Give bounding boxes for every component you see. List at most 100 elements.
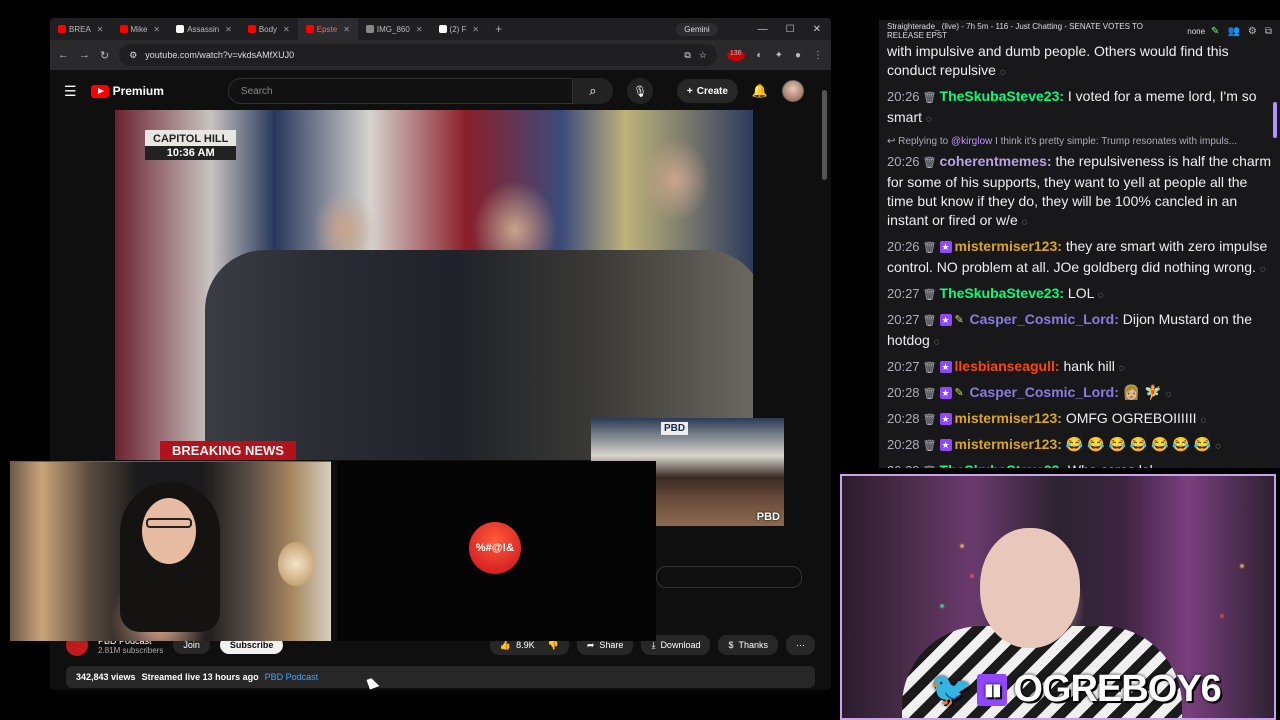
video-player[interactable]: CAPITOL HILL 10:36 AM BREAKING NEWS xyxy=(115,110,753,460)
trash-icon[interactable]: 🗑 xyxy=(923,414,937,426)
reply-icon[interactable]: ◌ xyxy=(1119,363,1125,374)
new-tab-icon[interactable]: + xyxy=(487,22,510,36)
gemini-button[interactable]: Gemini xyxy=(676,22,718,36)
chat-username[interactable]: Casper_Cosmic_Lord: xyxy=(970,311,1119,327)
chat-panel: Straighterade_ (live) - 7h 5m - 116 - Ju… xyxy=(879,20,1280,468)
menu-dots-icon[interactable]: ⋮ xyxy=(813,50,823,61)
share-label: Share xyxy=(599,640,624,650)
tab-close-icon[interactable]: ✕ xyxy=(283,25,290,34)
puzzle-icon[interactable]: ✦ xyxy=(775,50,783,61)
tab-4[interactable]: Epste ✕ xyxy=(297,18,358,40)
create-button[interactable]: + Create xyxy=(676,79,738,103)
tab-close-icon[interactable]: ✕ xyxy=(416,25,423,34)
notifications-bell-icon[interactable]: 🔔 xyxy=(752,83,768,99)
popout-icon[interactable]: ⧉ xyxy=(1265,26,1272,37)
pencil-icon[interactable]: ✎ xyxy=(1211,26,1219,37)
bookmark-star-icon[interactable]: ☆ xyxy=(699,50,707,61)
chat-username[interactable]: coherentmemes: xyxy=(940,153,1052,169)
reply-mention[interactable]: @kirglow xyxy=(951,136,992,147)
reply-icon[interactable]: ◌ xyxy=(926,114,932,125)
reply-icon[interactable]: ◌ xyxy=(1260,264,1266,275)
chat-username[interactable]: TheSkubaSteve23: xyxy=(940,285,1065,301)
reply-icon[interactable]: ◌ xyxy=(934,337,940,348)
users-icon[interactable]: 👥 xyxy=(1227,26,1239,37)
extension-icon[interactable]: ◐ xyxy=(757,50,763,61)
trash-icon[interactable]: 🗑 xyxy=(923,362,937,374)
thanks-button[interactable]: $ Thanks xyxy=(718,635,778,655)
tab-1[interactable]: Mike ✕ xyxy=(112,18,169,40)
reply-icon[interactable]: ◌ xyxy=(1157,467,1163,468)
tab-label: (2) F xyxy=(449,24,467,34)
site-info-icon[interactable]: ⚙ xyxy=(129,50,137,61)
chat-username[interactable]: TheSkubaSteve23: xyxy=(940,462,1065,468)
trash-icon[interactable]: 🗑 xyxy=(923,388,937,400)
voice-search-button[interactable]: 🎙 xyxy=(626,78,653,104)
reply-icon[interactable]: ◌ xyxy=(1215,441,1221,452)
reload-icon[interactable]: ↻ xyxy=(100,49,109,62)
gift-badge-icon: ✎ xyxy=(954,314,964,327)
chat-username[interactable]: mistermiser123: xyxy=(955,238,1062,254)
trash-icon[interactable]: 🗑 xyxy=(923,315,937,327)
tab-close-icon[interactable]: ✕ xyxy=(472,25,479,34)
trash-icon[interactable]: 🗑 xyxy=(923,242,937,254)
tab-6[interactable]: (2) F ✕ xyxy=(431,18,488,40)
hamburger-menu-icon[interactable]: ☰ xyxy=(64,83,77,100)
close-window-icon[interactable]: ✕ xyxy=(813,24,821,35)
chat-username[interactable]: llesbianseagull: xyxy=(955,358,1060,374)
chat-username[interactable]: mistermiser123: xyxy=(955,410,1062,426)
tab-label: IMG_860 xyxy=(376,24,410,34)
tab-5[interactable]: IMG_860 ✕ xyxy=(358,18,431,40)
minimize-icon[interactable]: — xyxy=(758,24,768,35)
install-icon[interactable]: ⧉ xyxy=(684,50,690,61)
trash-icon[interactable]: 🗑 xyxy=(923,157,937,169)
page-scrollbar[interactable] xyxy=(822,90,827,180)
chat-scrollbar[interactable] xyxy=(1273,102,1277,138)
tab-3[interactable]: Body ✕ xyxy=(240,18,298,40)
tab-close-icon[interactable]: ✕ xyxy=(97,25,104,34)
trash-icon[interactable]: 🗑 xyxy=(923,440,937,452)
description-box[interactable]: 342,843 views Streamed live 13 hours ago… xyxy=(66,666,815,688)
search-button[interactable]: ⌕ xyxy=(572,78,613,104)
trash-icon[interactable]: 🗑 xyxy=(923,466,937,468)
twitter-bird-icon: 🐦 xyxy=(930,670,972,709)
extension-badge-icon[interactable]: 136 xyxy=(726,49,745,61)
chat-username[interactable]: TheSkubaSteve23: xyxy=(940,88,1065,104)
tab-0[interactable]: BREA ✕ xyxy=(50,18,112,40)
chat-message: 20:27 🗑 TheSkubaSteve23: LOL ◌ xyxy=(887,284,1272,305)
tab-close-icon[interactable]: ✕ xyxy=(153,25,160,34)
reply-icon[interactable]: ◌ xyxy=(1022,217,1028,228)
forward-icon[interactable]: → xyxy=(79,49,90,61)
youtube-logo[interactable]: Premium xyxy=(90,84,164,98)
back-icon[interactable]: ← xyxy=(58,49,69,61)
trash-icon[interactable]: 🗑 xyxy=(923,289,937,301)
capitol-label: CAPITOL HILL xyxy=(153,133,229,145)
chat-text: hank hill xyxy=(1063,358,1115,374)
extension-toolbar: 136 ◐ ✦ ● ⋮ xyxy=(726,49,823,61)
facecam-glasses xyxy=(146,518,192,528)
search-input[interactable]: Search xyxy=(227,78,573,104)
trash-icon[interactable]: 🗑 xyxy=(923,92,937,104)
sub-badge-icon: ★ xyxy=(939,387,952,400)
tab-close-icon[interactable]: ✕ xyxy=(225,25,232,34)
url-field[interactable]: ⚙ youtube.com/watch?v=vkdsAMfXUJ0 ⧉ ☆ xyxy=(119,44,717,66)
maximize-icon[interactable]: ☐ xyxy=(786,24,795,35)
url-text: youtube.com/watch?v=vkdsAMfXUJ0 xyxy=(145,50,295,60)
reply-icon[interactable]: ◌ xyxy=(1165,389,1171,400)
profile-icon[interactable]: ● xyxy=(795,50,801,61)
channel-link[interactable]: PBD Podcast xyxy=(265,672,319,682)
chat-username[interactable]: mistermiser123: xyxy=(955,436,1062,452)
tab-close-icon[interactable]: ✕ xyxy=(343,25,350,34)
avatar[interactable] xyxy=(782,80,805,102)
thumbs-down-icon[interactable]: 👎 xyxy=(548,640,559,651)
more-actions-button[interactable]: ⋯ xyxy=(786,635,815,655)
chat-text: LOL xyxy=(1067,285,1094,301)
tab-favicon-icon xyxy=(176,25,185,33)
reply-icon[interactable]: ◌ xyxy=(1000,67,1006,78)
chat-username[interactable]: Casper_Cosmic_Lord: xyxy=(970,384,1119,400)
tab-2[interactable]: Assassin ✕ xyxy=(168,18,240,40)
reply-icon[interactable]: ◌ xyxy=(1098,290,1104,301)
settings-gear-icon[interactable]: ⚙ xyxy=(1248,26,1257,37)
reply-icon[interactable]: ◌ xyxy=(1200,415,1206,426)
tab-favicon-icon xyxy=(365,25,374,33)
chat-text: OMFG OGREBOIIIIII xyxy=(1065,410,1197,426)
